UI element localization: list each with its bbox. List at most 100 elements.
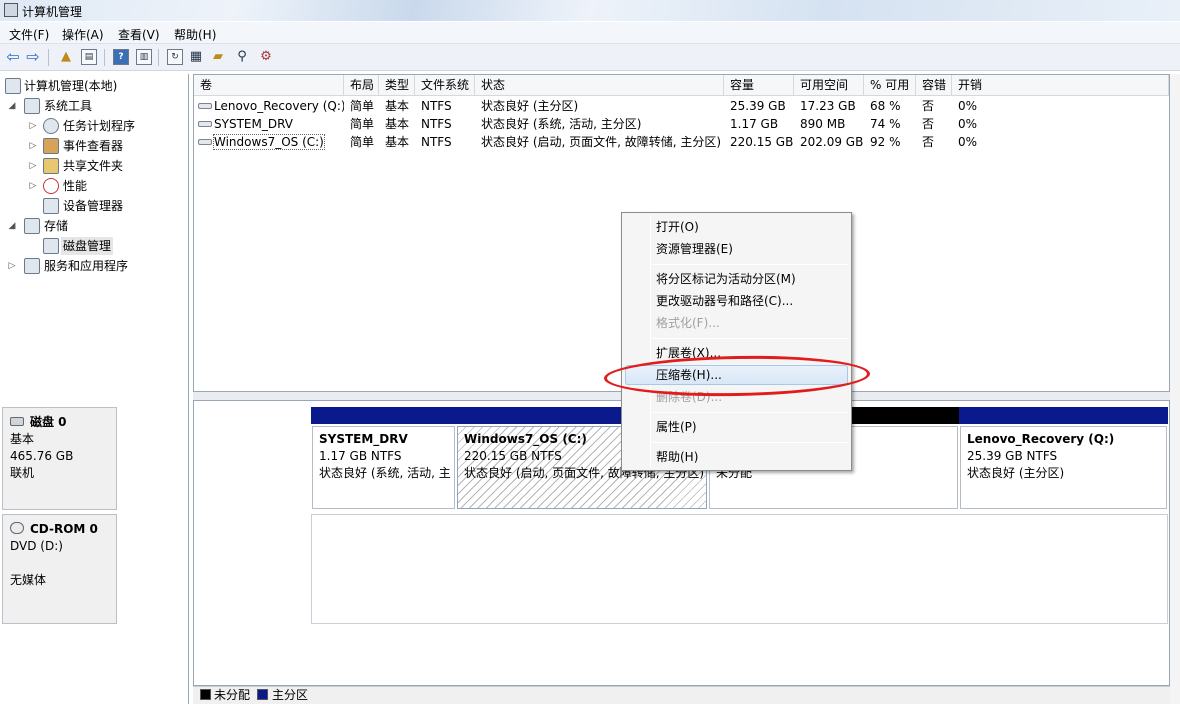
cdrom-0-info[interactable]: CD-ROM 0 DVD (D:) 无媒体 <box>2 514 117 624</box>
menu-item-format[interactable]: 格式化(F)... <box>656 313 720 333</box>
column-header-volume[interactable]: 卷 <box>194 75 344 96</box>
legend-unallocated: 未分配 <box>214 688 251 702</box>
menu-item-mark-active[interactable]: 将分区标记为活动分区(M) <box>656 269 796 289</box>
volume-row[interactable]: Windows7_OS (C:) 简单 基本 NTFS 状态良好 (启动, 页面… <box>194 133 1169 151</box>
device-manager-icon <box>43 198 59 214</box>
volume-row[interactable]: Lenovo_Recovery (Q:) 简单 基本 NTFS 状态良好 (主分… <box>194 97 1169 115</box>
tree-item-label: 存储 <box>44 219 69 233</box>
collapsed-arrow-icon[interactable]: ▷ <box>28 137 38 155</box>
tree-item-task-scheduler[interactable]: ▷ 任务计划程序 <box>0 117 185 135</box>
show-hide-tree-icon[interactable]: ▤ <box>81 49 97 65</box>
column-header-type[interactable]: 类型 <box>379 75 415 96</box>
collapsed-arrow-icon[interactable]: ▷ <box>28 117 38 135</box>
volume-name: Windows7_OS (C:) <box>213 134 325 150</box>
tree-item-disk-management[interactable]: 磁盘管理 <box>0 237 185 255</box>
menu-separator <box>652 264 848 265</box>
collapsed-arrow-icon[interactable]: ▷ <box>28 157 38 175</box>
menu-view[interactable]: 查看(V) <box>118 26 160 43</box>
tree-item-device-manager[interactable]: 设备管理器 <box>0 197 185 215</box>
column-header-free-space[interactable]: 可用空间 <box>794 75 864 96</box>
open-folder-icon[interactable]: ▰ <box>210 49 226 65</box>
tree-item-computer-management[interactable]: 计算机管理(本地) <box>0 77 185 95</box>
tree-item-shared-folders[interactable]: ▷ 共享文件夹 <box>0 157 185 175</box>
menu-gutter <box>650 215 651 468</box>
legend-bar: 未分配 主分区 <box>193 686 1170 704</box>
hard-disk-icon <box>10 417 24 426</box>
menu-item-explore[interactable]: 资源管理器(E) <box>656 239 733 259</box>
tree-item-services-applications[interactable]: ▷ 服务和应用程序 <box>0 257 185 275</box>
settings-icon[interactable]: ⚙ <box>258 49 274 65</box>
column-header-layout[interactable]: 布局 <box>344 75 379 96</box>
tools-icon <box>24 98 40 114</box>
menu-action[interactable]: 操作(A) <box>62 26 104 43</box>
shared-folder-icon <box>43 158 59 174</box>
primary-partition-bar <box>311 407 456 424</box>
volume-free-space: 890 MB <box>800 117 846 131</box>
column-header-capacity[interactable]: 容量 <box>724 75 794 96</box>
volume-capacity: 220.15 GB <box>730 135 794 149</box>
tree-item-storage[interactable]: ◢ 存储 <box>0 217 185 235</box>
volume-list-header: 卷 布局 类型 文件系统 状态 容量 可用空间 % 可用 容错 开销 <box>194 75 1169 96</box>
services-icon <box>24 258 40 274</box>
volume-fault-tolerance: 否 <box>922 135 935 149</box>
column-header-filesystem[interactable]: 文件系统 <box>415 75 475 96</box>
column-header-status[interactable]: 状态 <box>475 75 724 96</box>
partition-status: 状态良好 (系统, 活动, 主 <box>319 466 451 480</box>
refresh-icon[interactable]: ↻ <box>167 49 183 65</box>
menu-help[interactable]: 帮助(H) <box>174 26 216 43</box>
volume-free-space: 17.23 GB <box>800 99 856 113</box>
properties-icon[interactable]: ▦ <box>188 49 204 65</box>
disk-0-info[interactable]: 磁盘 0 基本 465.76 GB 联机 <box>2 407 117 510</box>
menu-item-open[interactable]: 打开(O) <box>656 217 699 237</box>
partition-lenovo-recovery[interactable]: Lenovo_Recovery (Q:) 25.39 GB NTFS 状态良好 … <box>959 407 1168 509</box>
forward-arrow-icon[interactable]: ⇨ <box>25 49 41 65</box>
tree-item-system-tools[interactable]: ◢ 系统工具 <box>0 97 185 115</box>
computer-management-icon <box>4 3 18 17</box>
column-header-overhead[interactable]: 开销 <box>952 75 1169 96</box>
volume-free-space: 202.09 GB <box>800 135 864 149</box>
volume-name-cell: Lenovo_Recovery (Q:) <box>194 97 344 115</box>
cd-rom-icon <box>10 522 24 534</box>
window-title: 计算机管理 <box>22 5 83 19</box>
tree-item-label: 磁盘管理 <box>61 237 114 255</box>
cdrom-name: CD-ROM 0 <box>30 522 98 536</box>
column-header-fault-tolerance[interactable]: 容错 <box>916 75 952 96</box>
up-folder-icon[interactable]: ▲ <box>58 49 74 65</box>
volume-layout: 简单 <box>350 135 375 149</box>
volume-fault-tolerance: 否 <box>922 117 935 131</box>
toolbar-separator <box>158 49 159 66</box>
volume-name: SYSTEM_DRV <box>214 117 293 131</box>
tree-item-performance[interactable]: ▷ 性能 <box>0 177 185 195</box>
cdrom-media-area[interactable] <box>311 514 1168 624</box>
drive-icon <box>198 121 212 127</box>
window-edge <box>1170 74 1180 704</box>
back-arrow-icon[interactable]: ⇦ <box>5 49 21 65</box>
disk-type: 基本 <box>10 432 35 446</box>
tree-item-label: 系统工具 <box>44 99 93 113</box>
clock-icon <box>43 118 59 134</box>
tree-item-label: 任务计划程序 <box>63 119 136 133</box>
help-icon[interactable]: ? <box>113 49 129 65</box>
expanded-arrow-icon[interactable]: ◢ <box>7 97 17 115</box>
disk-size: 465.76 GB <box>10 449 74 463</box>
collapsed-arrow-icon[interactable]: ▷ <box>28 177 38 195</box>
menu-item-properties[interactable]: 属性(P) <box>656 417 697 437</box>
column-header-percent-free[interactable]: % 可用 <box>864 75 916 96</box>
tree-item-label: 计算机管理(本地) <box>24 79 118 93</box>
toolbar-separator <box>48 49 49 66</box>
partition-system-drv[interactable]: SYSTEM_DRV 1.17 GB NTFS 状态良好 (系统, 活动, 主 <box>311 407 456 509</box>
partition-size: 25.39 GB NTFS <box>967 449 1058 463</box>
tree-item-event-viewer[interactable]: ▷ 事件查看器 <box>0 137 185 155</box>
menu-item-change-drive-letter[interactable]: 更改驱动器号和路径(C)... <box>656 291 793 311</box>
volume-overhead: 0% <box>958 99 978 113</box>
search-icon[interactable]: ⚲ <box>234 49 250 65</box>
menu-item-help[interactable]: 帮助(H) <box>656 447 698 467</box>
context-menu: 打开(O) 资源管理器(E) 将分区标记为活动分区(M) 更改驱动器号和路径(C… <box>621 212 852 471</box>
volume-row[interactable]: SYSTEM_DRV 简单 基本 NTFS 状态良好 (系统, 活动, 主分区)… <box>194 115 1169 133</box>
menu-file[interactable]: 文件(F) <box>9 26 49 43</box>
show-hide-action-pane-icon[interactable]: ▥ <box>136 49 152 65</box>
collapsed-arrow-icon[interactable]: ▷ <box>7 257 17 275</box>
expanded-arrow-icon[interactable]: ◢ <box>7 217 17 235</box>
volume-name-cell: SYSTEM_DRV <box>194 115 344 133</box>
volume-capacity: 1.17 GB <box>730 117 779 131</box>
